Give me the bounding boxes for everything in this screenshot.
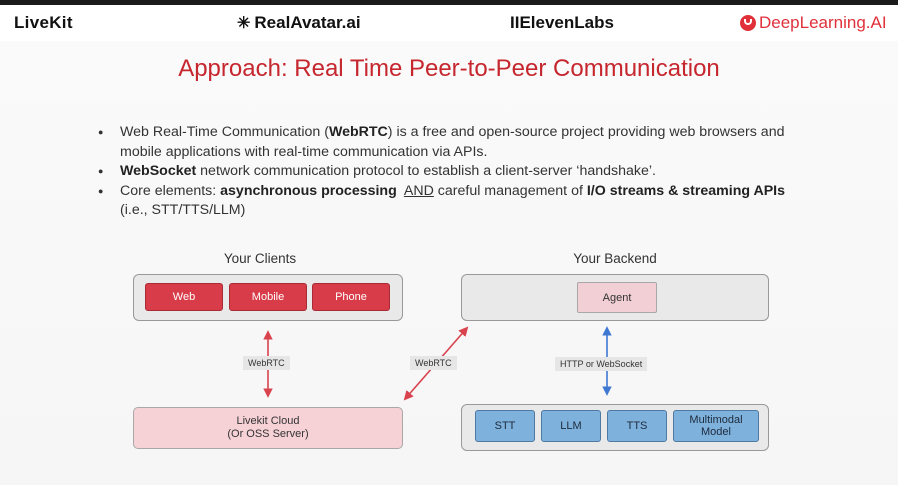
realavatar-logo: ✳ RealAvatar.ai — [237, 13, 361, 33]
slide: Approach: Real Time Peer-to-Peer Communi… — [0, 41, 898, 485]
http-websocket-label: HTTP or WebSocket — [555, 357, 648, 371]
webrtc-label-mid: WebRTC — [410, 356, 457, 370]
livekit-logo: LiveKit — [14, 13, 73, 32]
webrtc-label-left: WebRTC — [243, 356, 290, 370]
deeplearning-logo: DeepLearning.AI — [740, 13, 887, 33]
elevenlabs-logo: IIElevenLabs — [510, 13, 614, 32]
sparkle-icon: ✳ — [237, 15, 251, 32]
sponsor-header: LiveKit ✳ RealAvatar.ai IIElevenLabs Dee… — [0, 5, 898, 41]
deeplearning-icon — [740, 15, 756, 31]
connection-arrows — [263, 326, 612, 401]
realavatar-logo-text: RealAvatar.ai — [254, 13, 361, 32]
deeplearning-logo-text: DeepLearning.AI — [759, 13, 887, 32]
